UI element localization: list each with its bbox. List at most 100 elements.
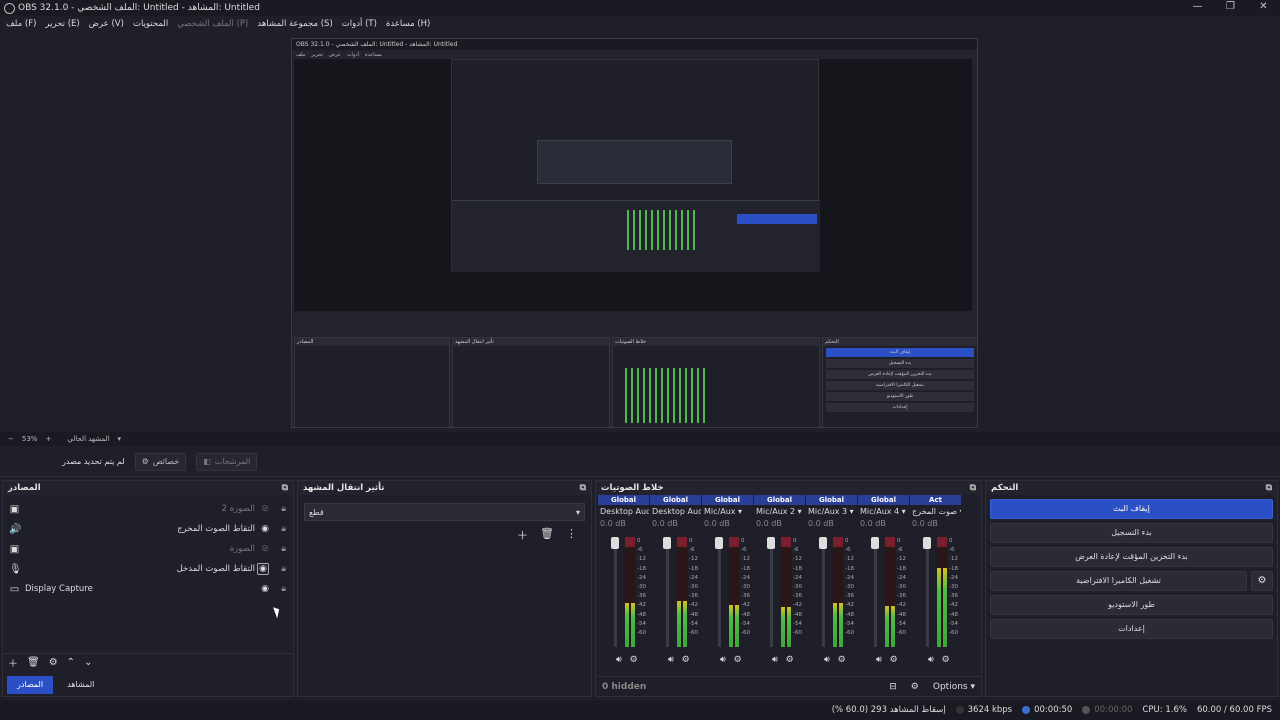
speaker-icon[interactable]: 🔊︎ xyxy=(720,655,726,665)
undock-icon[interactable]: ⧉ xyxy=(282,483,288,493)
undock-icon[interactable]: ⧉ xyxy=(580,483,586,493)
close-button[interactable]: ✕ xyxy=(1247,0,1280,16)
trash-icon[interactable]: 🗑 xyxy=(27,657,40,668)
zoom-out-button[interactable]: − xyxy=(8,435,14,443)
channel-settings-icon[interactable]: ⚙ xyxy=(786,655,794,665)
menu-tools[interactable]: أدوات (T) xyxy=(342,19,377,29)
add-icon[interactable]: ＋ xyxy=(517,527,528,543)
volume-fader-handle[interactable] xyxy=(715,537,723,549)
menu-file[interactable]: ملف (F) xyxy=(6,19,36,29)
transition-select[interactable]: قطع ▾ xyxy=(304,503,585,521)
replay-buffer-button[interactable]: بدء التخزين المؤقت لإعادة العرض xyxy=(990,547,1273,567)
speaker-icon[interactable]: 🔊︎ xyxy=(616,655,622,665)
menu-scene-collection[interactable]: مجموعة المشاهد (S) xyxy=(257,19,332,29)
eye-off-icon[interactable]: ⊘ xyxy=(261,544,269,554)
virtual-cam-row: تشغيل الكاميرا الافتراضية ⚙ xyxy=(990,571,1273,591)
eye-icon[interactable]: ◉ xyxy=(257,563,269,575)
undock-icon[interactable]: ⧉ xyxy=(970,483,976,493)
eye-off-icon[interactable]: ⊘ xyxy=(261,504,269,514)
options-label: Options xyxy=(932,681,968,692)
menu-profile[interactable]: الملف الشخصي (P) xyxy=(177,19,248,29)
lock-icon[interactable]: 🔒︎ xyxy=(281,584,286,594)
chevron-down-icon[interactable]: ▾ xyxy=(118,435,122,443)
lock-icon[interactable]: 🔒︎ xyxy=(281,544,286,554)
speaker-icon[interactable]: 🔊︎ xyxy=(772,655,778,665)
virtual-camera-button[interactable]: تشغيل الكاميرا الافتراضية xyxy=(990,571,1247,591)
mixer-channel: Global Mic/Aux 4 ▾ 0.0 dB 0 -6 -12 -18 -24 -30 -3… xyxy=(858,495,909,665)
title-bar: OBS 32.1.0 - الملف الشخصي: Untitled - ال… xyxy=(0,0,1280,16)
volume-fader-track[interactable] xyxy=(874,537,877,647)
source-row[interactable]: 🎙 التقاط الصوت المدخل ◉ 🔒︎ xyxy=(3,559,293,579)
channel-name[interactable]: Mic/Aux ▾ xyxy=(702,505,753,519)
channel-name[interactable]: Mic/Aux 2 ▾ xyxy=(754,505,805,519)
source-row[interactable]: ▣ الصورة 2 ⊘ 🔒︎ xyxy=(3,499,293,519)
lock-icon[interactable]: 🔒︎ xyxy=(281,504,286,514)
volume-fader-track[interactable] xyxy=(614,537,617,647)
volume-fader-handle[interactable] xyxy=(819,537,827,549)
menu-docks[interactable]: المحتويات xyxy=(133,19,168,29)
volume-fader-track[interactable] xyxy=(718,537,721,647)
gear-icon[interactable]: ⚙ xyxy=(49,657,58,668)
tab-sources[interactable]: المصادر xyxy=(7,676,54,694)
volume-fader-track[interactable] xyxy=(822,537,825,647)
speaker-icon[interactable]: 🔊︎ xyxy=(928,655,934,665)
channel-name[interactable]: Desktop Audio 2 ▾ xyxy=(650,505,701,519)
source-row[interactable]: ▭ Display Capture ◉ 🔒︎ xyxy=(3,579,293,599)
stop-streaming-button[interactable]: إيقاف البث xyxy=(990,499,1273,519)
channel-settings-icon[interactable]: ⚙ xyxy=(734,655,742,665)
lock-icon[interactable]: 🔒︎ xyxy=(281,564,286,574)
mixer-settings-icon[interactable]: ⚙ xyxy=(911,682,919,692)
menu-edit[interactable]: تحرير (E) xyxy=(45,19,79,29)
settings-button[interactable]: إعدادات xyxy=(990,619,1273,639)
undock-icon[interactable]: ⧉ xyxy=(1266,483,1272,493)
preview-canvas[interactable]: OBS 32.1.0 - الملف الشخصي: Untitled - ال… xyxy=(0,32,1280,432)
speaker-icon[interactable]: 🔊︎ xyxy=(668,655,674,665)
volume-fader-handle[interactable] xyxy=(663,537,671,549)
more-options-icon[interactable]: ⋮ xyxy=(566,527,577,543)
filters-button[interactable]: ◧ المرشحات xyxy=(196,452,258,471)
channel-name[interactable]: صوت المخرج ▾ xyxy=(910,505,961,519)
properties-button[interactable]: ⚙ خصائص xyxy=(134,452,187,471)
nested-sources: المصادر xyxy=(294,337,450,427)
menu-view[interactable]: عرض (V) xyxy=(89,19,124,29)
volume-fader-handle[interactable] xyxy=(611,537,619,549)
channel-name[interactable]: Mic/Aux 4 ▾ xyxy=(858,505,909,519)
zoom-in-button[interactable]: + xyxy=(45,435,51,443)
menu-help[interactable]: مساعدة (H) xyxy=(386,19,430,29)
tab-scenes[interactable]: المشاهد xyxy=(57,676,104,694)
minimize-button[interactable]: — xyxy=(1181,0,1214,16)
volume-fader-handle[interactable] xyxy=(871,537,879,549)
source-row[interactable]: ▣ الصورة ⊘ 🔒︎ xyxy=(3,539,293,559)
bitrate: 3624 kbps xyxy=(955,705,1012,715)
virtual-camera-gear-icon[interactable]: ⚙ xyxy=(1251,571,1273,591)
volume-fader-track[interactable] xyxy=(770,537,773,647)
start-recording-button[interactable]: بدء التسجيل xyxy=(990,523,1273,543)
volume-fader-handle[interactable] xyxy=(923,537,931,549)
studio-mode-button[interactable]: طور الاستوديو xyxy=(990,595,1273,615)
trash-icon[interactable]: 🗑 xyxy=(540,527,554,543)
level-meter xyxy=(937,537,947,647)
eye-icon[interactable]: ◉ xyxy=(261,524,269,534)
channel-settings-icon[interactable]: ⚙ xyxy=(630,655,638,665)
eye-icon[interactable]: ◉ xyxy=(261,584,269,594)
channel-name[interactable]: Mic/Aux 3 ▾ xyxy=(806,505,857,519)
move-up-icon[interactable]: ⌃ xyxy=(67,657,75,668)
volume-fader-track[interactable] xyxy=(666,537,669,647)
add-icon[interactable]: ＋ xyxy=(8,655,18,670)
channel-settings-icon[interactable]: ⚙ xyxy=(838,655,846,665)
volume-fader-track[interactable] xyxy=(926,537,929,647)
channel-settings-icon[interactable]: ⚙ xyxy=(890,655,898,665)
layout-icon[interactable]: ⊟ xyxy=(889,682,897,692)
speaker-icon[interactable]: 🔊︎ xyxy=(824,655,830,665)
volume-fader-handle[interactable] xyxy=(767,537,775,549)
channel-settings-icon[interactable]: ⚙ xyxy=(942,655,950,665)
lock-icon[interactable]: 🔒︎ xyxy=(281,524,286,534)
channel-db: 0.0 dB xyxy=(652,519,678,528)
channel-settings-icon[interactable]: ⚙ xyxy=(682,655,690,665)
options-button[interactable]: Options ▾ xyxy=(933,682,975,692)
channel-name[interactable]: Desktop Audio ▾ xyxy=(598,505,649,519)
source-row[interactable]: 🔊 التقاط الصوت المخرج ◉ 🔒︎ xyxy=(3,519,293,539)
speaker-icon[interactable]: 🔊︎ xyxy=(876,655,882,665)
maximize-button[interactable]: ❐ xyxy=(1214,0,1247,16)
move-down-icon[interactable]: ⌄ xyxy=(84,657,92,668)
